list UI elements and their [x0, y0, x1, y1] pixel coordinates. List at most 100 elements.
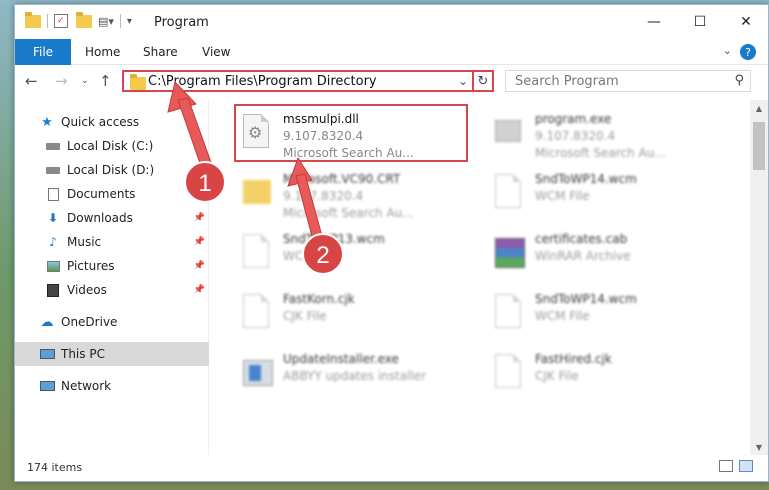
- file-version: 9.107.8320.4: [535, 129, 616, 143]
- list-item[interactable]: certificates.cab WinRAR Archive: [489, 226, 724, 282]
- toolbar-separator: [119, 14, 121, 28]
- drive-icon: [45, 139, 61, 153]
- exe-icon: [495, 114, 525, 150]
- details-view-icon[interactable]: [719, 460, 733, 472]
- pin-icon: 📌: [193, 261, 205, 271]
- search-icon[interactable]: ⚲: [734, 73, 744, 88]
- back-button[interactable]: ←: [25, 72, 38, 90]
- file-description: Microsoft Search Au...: [283, 206, 414, 220]
- sidebar-item-label: Local Disk (D:): [67, 163, 155, 177]
- arrow-up-icon: ↑: [99, 72, 112, 90]
- sidebar-item-local-disk-d[interactable]: Local Disk (D:): [15, 158, 209, 182]
- tab-home[interactable]: Home: [85, 45, 120, 59]
- file-name: Microsoft.VC90.CRT: [283, 172, 401, 186]
- refresh-button[interactable]: ↻: [472, 70, 494, 92]
- sidebar-item-music[interactable]: ♪ Music 📌: [15, 230, 209, 254]
- sidebar-item-onedrive[interactable]: ☁ OneDrive: [15, 310, 209, 334]
- quick-access-toolbar: ✓ ▤▾ ▾: [25, 11, 132, 28]
- large-icons-view-icon[interactable]: [739, 460, 753, 472]
- help-button[interactable]: ?: [740, 44, 756, 60]
- file-name: FastHired.cjk: [535, 352, 612, 366]
- refresh-icon: ↻: [477, 73, 489, 89]
- downloads-icon: ⬇: [47, 211, 59, 225]
- sidebar-item-this-pc[interactable]: This PC: [15, 342, 209, 366]
- sidebar-item-documents[interactable]: Documents: [15, 182, 209, 206]
- sidebar-item-downloads[interactable]: ⬇ Downloads 📌: [15, 206, 209, 230]
- winrar-icon: [495, 234, 525, 270]
- tab-view[interactable]: View: [202, 45, 230, 59]
- file-name: FastKorn.cjk: [283, 292, 355, 306]
- address-dropdown-icon[interactable]: ⌄: [458, 74, 468, 88]
- file-description: Microsoft Search Au...: [535, 146, 666, 160]
- folder-icon: [25, 11, 41, 28]
- recent-locations-button[interactable]: ⌄: [81, 76, 89, 86]
- file-name: UpdateInstaller.exe: [283, 352, 399, 366]
- list-item[interactable]: SndToWP14.wcm WCM File: [489, 286, 724, 342]
- sidebar-item-quick-access[interactable]: ★ Quick access: [15, 110, 209, 134]
- address-path[interactable]: C:\Program Files\Program Directory: [148, 74, 377, 89]
- file-icon: [495, 174, 525, 210]
- file-type: WCM File: [283, 249, 338, 263]
- sidebar-item-network[interactable]: Network: [15, 374, 209, 398]
- pin-icon: 📌: [193, 141, 205, 151]
- file-icon: [243, 294, 273, 330]
- ribbon-tabs: File Home Share View ⌄ ?: [15, 39, 768, 65]
- star-icon: ★: [41, 114, 53, 130]
- network-icon: [39, 379, 55, 393]
- videos-icon: [45, 283, 61, 297]
- sidebar-item-pictures[interactable]: Pictures 📌: [15, 254, 209, 278]
- pin-icon: 📌: [193, 213, 205, 223]
- toolbar-dropdown-icon[interactable]: ▾: [127, 16, 132, 27]
- navigation-bar: ← → ⌄ ↑ C:\Program Files\Program Directo…: [15, 65, 768, 97]
- file-type: CJK File: [535, 369, 579, 383]
- file-icon: [243, 234, 273, 270]
- forward-button[interactable]: →: [55, 72, 68, 90]
- pictures-icon: [45, 259, 61, 273]
- properties-icon[interactable]: ✓: [54, 14, 68, 28]
- maximize-icon: ☐: [693, 14, 707, 30]
- close-button[interactable]: ✕: [723, 5, 769, 39]
- customize-toolbar-icon[interactable]: ▤▾: [98, 15, 114, 28]
- file-name: SndToWP14.wcm: [535, 172, 637, 186]
- arrow-right-icon: →: [55, 72, 68, 90]
- list-item[interactable]: SndToWP14.wcm WCM File: [489, 166, 724, 222]
- sidebar-item-videos[interactable]: Videos 📌: [15, 278, 209, 302]
- file-highlight-box: [234, 104, 468, 162]
- explorer-window: ✓ ▤▾ ▾ Program — ☐ ✕ File Home Share Vie…: [14, 4, 769, 482]
- scroll-down-icon[interactable]: ▼: [750, 439, 768, 455]
- list-item[interactable]: UpdateInstaller.exe ABBYY updates instal…: [237, 346, 472, 402]
- up-button[interactable]: ↑: [99, 72, 112, 90]
- minimize-button[interactable]: —: [631, 5, 677, 39]
- cloud-icon: ☁: [40, 314, 54, 330]
- new-folder-icon[interactable]: [76, 11, 92, 28]
- sidebar-item-local-disk-c[interactable]: Local Disk (C:) 📌: [15, 134, 209, 158]
- search-placeholder: Search Program: [515, 74, 619, 89]
- sidebar-item-label: Documents: [67, 187, 136, 201]
- folder-icon: [130, 74, 146, 90]
- search-input[interactable]: Search Program ⚲: [505, 70, 751, 92]
- list-item[interactable]: Microsoft.VC90.CRT 9.107.8320.4 Microsof…: [237, 166, 472, 222]
- item-count: 174 items: [27, 461, 83, 474]
- file-type: ABBYY updates installer: [283, 369, 427, 383]
- sidebar-item-label: Network: [61, 379, 112, 393]
- sidebar-item-label: OneDrive: [61, 315, 118, 329]
- tab-share[interactable]: Share: [143, 45, 178, 59]
- tab-file[interactable]: File: [15, 39, 71, 65]
- list-item[interactable]: FastHired.cjk CJK File: [489, 346, 724, 402]
- maximize-button[interactable]: ☐: [677, 5, 723, 39]
- list-item[interactable]: SndToWP13.wcm WCM File: [237, 226, 472, 282]
- scroll-thumb[interactable]: [753, 122, 765, 170]
- vertical-scrollbar[interactable]: ▲ ▼: [750, 100, 768, 455]
- minimize-icon: —: [647, 14, 661, 30]
- file-name: program.exe: [535, 112, 612, 126]
- scroll-up-icon[interactable]: ▲: [750, 100, 768, 116]
- toolbar-separator: [47, 14, 48, 28]
- pin-icon: 📌: [193, 285, 205, 295]
- pin-icon: 📌: [193, 237, 205, 247]
- list-item[interactable]: program.exe 9.107.8320.4 Microsoft Searc…: [489, 106, 724, 162]
- window-title: Program: [154, 15, 209, 30]
- address-bar[interactable]: C:\Program Files\Program Directory ⌄: [122, 70, 474, 92]
- list-item[interactable]: FastKorn.cjk CJK File: [237, 286, 472, 342]
- expand-ribbon-icon[interactable]: ⌄: [723, 44, 732, 57]
- status-bar: 174 items: [15, 455, 768, 481]
